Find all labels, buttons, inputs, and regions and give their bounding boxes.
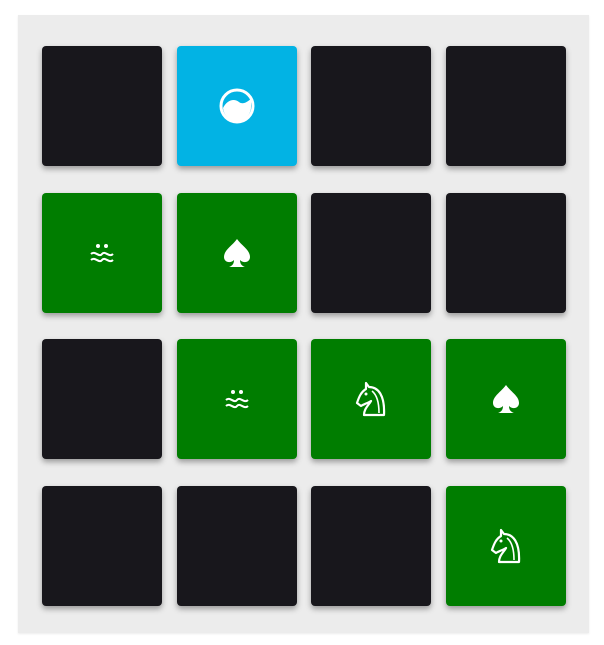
card-10[interactable] bbox=[177, 339, 297, 459]
spade-icon bbox=[224, 239, 250, 267]
card-3[interactable] bbox=[311, 46, 431, 166]
card-9[interactable] bbox=[42, 339, 162, 459]
card-1[interactable] bbox=[42, 46, 162, 166]
swirl-circle-icon bbox=[219, 88, 255, 124]
card-14[interactable] bbox=[177, 486, 297, 606]
knight-icon bbox=[490, 528, 521, 564]
spade-icon bbox=[493, 385, 519, 413]
wavy-dots-icon bbox=[90, 244, 114, 263]
card-6[interactable] bbox=[177, 193, 297, 313]
card-12[interactable] bbox=[446, 339, 566, 459]
card-8[interactable] bbox=[446, 193, 566, 313]
card-13[interactable] bbox=[42, 486, 162, 606]
card-5[interactable] bbox=[42, 193, 162, 313]
card-16[interactable] bbox=[446, 486, 566, 606]
card-7[interactable] bbox=[311, 193, 431, 313]
wavy-dots-icon bbox=[225, 390, 249, 409]
card-2[interactable] bbox=[177, 46, 297, 166]
knight-icon bbox=[355, 381, 386, 417]
card-15[interactable] bbox=[311, 486, 431, 606]
card-11[interactable] bbox=[311, 339, 431, 459]
card-4[interactable] bbox=[446, 46, 566, 166]
game-board bbox=[18, 15, 589, 633]
